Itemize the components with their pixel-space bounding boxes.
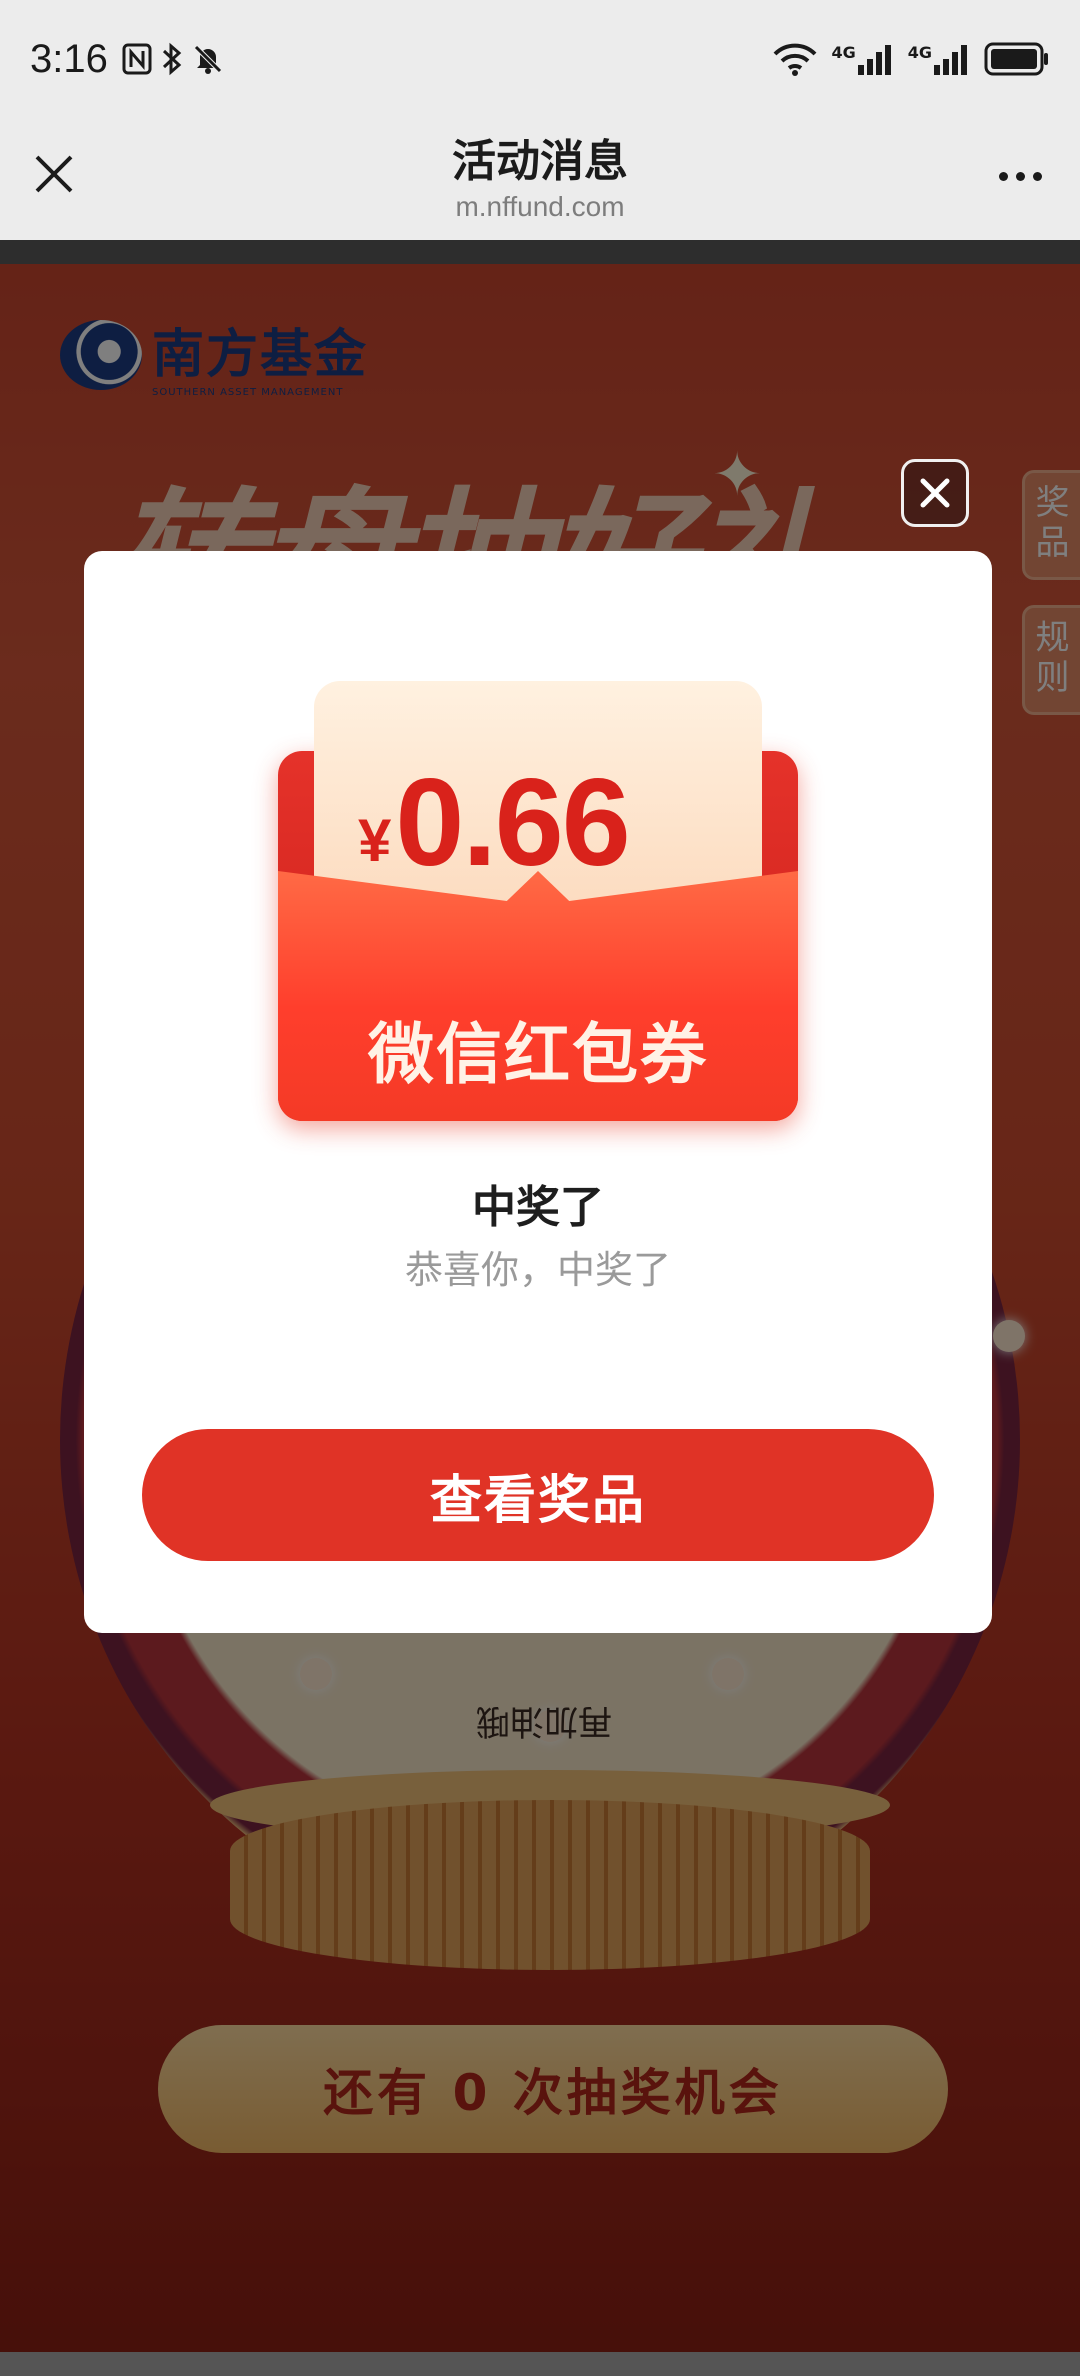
currency-symbol: ¥ — [358, 807, 392, 874]
status-indicators — [122, 42, 224, 76]
dialog-subtitle: 恭喜你，中奖了 — [404, 1248, 671, 1292]
page-title: 活动消息 — [452, 136, 628, 187]
close-icon — [920, 478, 950, 508]
close-icon[interactable] — [26, 146, 82, 202]
network-label: 4G — [907, 43, 932, 62]
page-url: m.nffund.com — [455, 191, 625, 222]
network-label: 4G — [831, 43, 856, 62]
wifi-icon — [774, 43, 817, 76]
bottom-bar — [0, 2352, 1080, 2376]
red-envelope-image: ¥ 0.66 微信红包券 — [278, 681, 798, 1121]
status-right: 4G 4G — [773, 42, 1050, 76]
nfc-icon — [122, 43, 152, 75]
mute-icon — [194, 45, 222, 74]
signal-4g-icon: 4G — [831, 43, 893, 75]
coupon-label: 微信红包券 — [368, 1016, 708, 1093]
prize-dialog: ¥ 0.66 微信红包券 中奖了 恭喜你，中奖了 查看奖品 — [84, 551, 992, 1633]
bluetooth-icon — [162, 42, 182, 76]
status-left: 3:16 — [30, 37, 224, 82]
header-title-group: 活动消息 m.nffund.com — [452, 134, 628, 224]
dialog-title: 中奖了 — [472, 1182, 604, 1233]
view-prize-button[interactable]: 查看奖品 — [142, 1429, 934, 1561]
amount-value: 0.66 — [395, 754, 630, 892]
prize-amount: ¥ 0.66 — [358, 754, 631, 892]
signal-bars-icon — [857, 45, 891, 75]
modal-close-button[interactable] — [901, 459, 969, 527]
more-icon[interactable] — [990, 156, 1050, 196]
signal-bars-icon — [934, 45, 967, 75]
battery-icon — [984, 42, 1048, 76]
webview-header: 活动消息 m.nffund.com — [0, 118, 1080, 240]
status-bar: 3:16 4G 4G — [0, 0, 1080, 118]
status-time: 3:16 — [30, 36, 108, 81]
signal-4g-icon: 4G — [908, 43, 970, 75]
